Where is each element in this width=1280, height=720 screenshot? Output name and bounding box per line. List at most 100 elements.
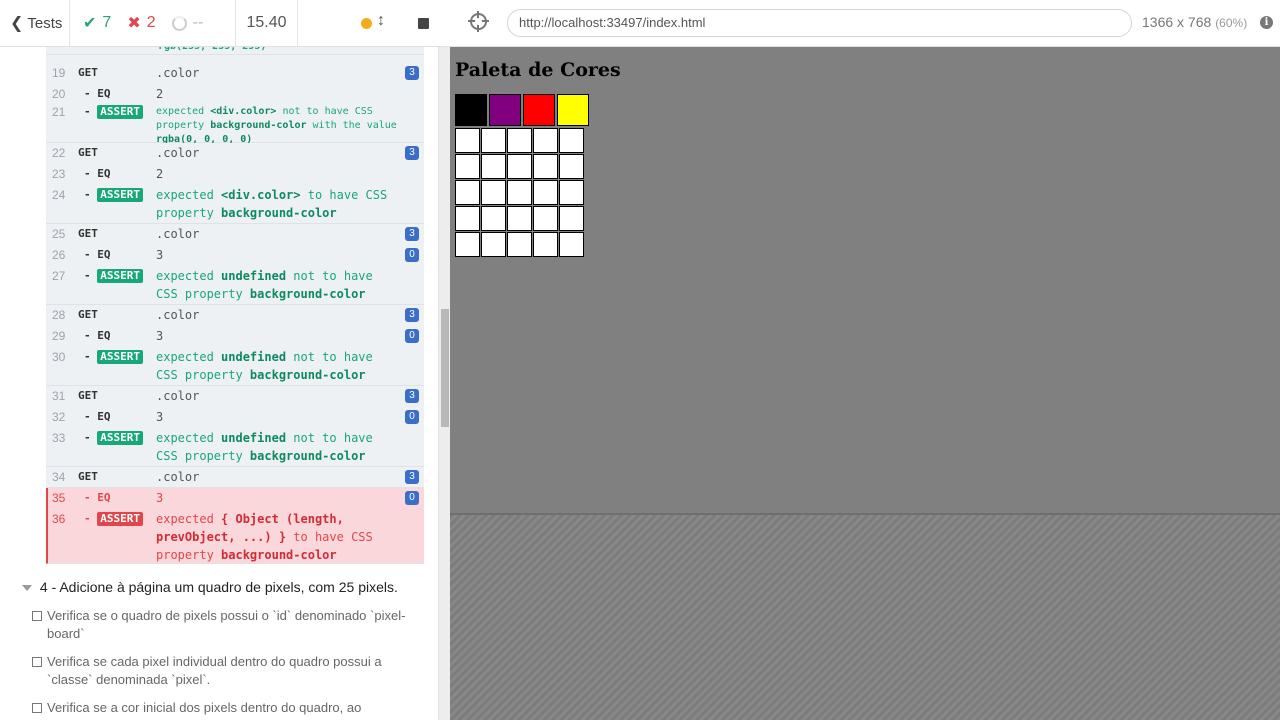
pixel[interactable] — [533, 154, 558, 179]
command-row[interactable]: 23 - EQ 2 — [46, 165, 424, 183]
command-row[interactable]: 32 - EQ 3 0 — [46, 408, 424, 426]
count-badge: 3 — [405, 227, 419, 241]
command-message: .color — [156, 66, 200, 80]
palette-color[interactable] — [557, 94, 589, 126]
command-number: 25 — [52, 227, 66, 241]
viewport-size: 1366 x 768 — [1142, 14, 1212, 30]
pending-checkbox-icon — [32, 611, 42, 621]
pixel[interactable] — [507, 154, 532, 179]
count-badge: 3 — [405, 146, 419, 160]
pixel[interactable] — [559, 128, 584, 153]
test-title[interactable]: 4 - Adicione à página um quadro de pixel… — [22, 579, 432, 595]
pixel[interactable] — [533, 206, 558, 231]
pixel[interactable] — [507, 128, 532, 153]
pixel[interactable] — [533, 232, 558, 257]
pixel[interactable] — [507, 206, 532, 231]
command-group: 25 GET .color 3 26 - EQ 3 0 27 - ASSERT … — [46, 224, 424, 305]
command-message: 3 — [156, 410, 164, 424]
command-number: 27 — [52, 269, 66, 283]
command-name: - EQ — [84, 491, 111, 504]
info-icon[interactable]: i — [1260, 16, 1273, 29]
command-row[interactable]: 27 - ASSERT expected undefined not to ha… — [46, 267, 424, 303]
pixel[interactable] — [559, 154, 584, 179]
pixel[interactable] — [455, 206, 480, 231]
command-name: - ASSERT — [84, 348, 143, 366]
command-message: .color — [156, 146, 200, 160]
aut-header: http://localhost:33497/index.html 1366 x… — [450, 0, 1280, 47]
pixel[interactable] — [481, 180, 506, 205]
pixel[interactable] — [481, 128, 506, 153]
command-row[interactable]: 31 GET .color 3 — [46, 387, 424, 405]
command-number: 31 — [52, 389, 66, 403]
command-name: - ASSERT — [84, 510, 143, 528]
command-log-panel: rgb(255, 255, 255) 19 GET .color 3 20 - … — [0, 47, 438, 720]
count-badge: 0 — [405, 329, 419, 343]
command-name: - ASSERT — [84, 429, 143, 447]
subtest-item[interactable]: Verifica se a cor inicial dos pixels den… — [32, 699, 412, 717]
pixel[interactable] — [533, 180, 558, 205]
command-row[interactable]: 21 - ASSERT expected <div.color> not to … — [46, 105, 424, 145]
command-row[interactable]: 20 - EQ 2 — [46, 85, 424, 103]
command-name: GET — [78, 227, 98, 240]
command-message: expected <div.color> to have CSS propert… — [156, 188, 388, 220]
command-message: 2 — [156, 167, 164, 181]
command-group: 31 GET .color 3 32 - EQ 3 0 33 - ASSERT … — [46, 386, 424, 467]
x-icon: ✖ — [127, 15, 141, 32]
pixel[interactable] — [455, 128, 480, 153]
scrollbar-thumb[interactable] — [441, 309, 449, 427]
pixel[interactable] — [533, 128, 558, 153]
command-name: GET — [78, 308, 98, 321]
app-under-test: Paleta de Cores — [450, 47, 1280, 720]
command-row[interactable]: 35 - EQ 3 0 — [46, 489, 424, 507]
reporter-scrollbar[interactable] — [438, 47, 450, 720]
command-row[interactable]: 29 - EQ 3 0 — [46, 327, 424, 345]
command-name: - EQ — [84, 248, 111, 261]
command-row[interactable]: 19 GET .color 3 — [46, 64, 424, 82]
pixel[interactable] — [507, 232, 532, 257]
pixel[interactable] — [481, 154, 506, 179]
pending-checkbox-icon — [32, 657, 42, 667]
palette-color[interactable] — [455, 94, 487, 126]
command-message: 3 — [156, 491, 164, 505]
command-row[interactable]: 34 GET .color 3 — [46, 468, 424, 486]
command-number: 24 — [52, 188, 66, 202]
palette-color[interactable] — [523, 94, 555, 126]
pixel[interactable] — [455, 232, 480, 257]
command-row[interactable]: 26 - EQ 3 0 — [46, 246, 424, 264]
stop-icon[interactable] — [418, 18, 429, 29]
command-number: 36 — [52, 512, 66, 526]
selector-playground-icon[interactable] — [468, 11, 489, 32]
command-row[interactable]: 28 GET .color 3 — [46, 306, 424, 324]
pixel[interactable] — [455, 180, 480, 205]
pixel[interactable] — [507, 180, 532, 205]
tests-back-button[interactable]: ❮ Tests — [0, 0, 70, 46]
url-bar[interactable]: http://localhost:33497/index.html — [507, 9, 1132, 37]
command-row[interactable]: 22 GET .color 3 — [46, 144, 424, 162]
count-badge: 0 — [405, 248, 419, 262]
color-palette — [455, 94, 589, 126]
command-row[interactable]: 33 - ASSERT expected undefined not to ha… — [46, 429, 424, 465]
aut-iframe: Paleta de Cores — [450, 47, 1280, 513]
pixel[interactable] — [559, 232, 584, 257]
subtest-item[interactable]: Verifica se cada pixel individual dentro… — [32, 653, 412, 689]
command-group: 22 GET .color 3 23 - EQ 2 24 - ASSERT ex… — [46, 143, 424, 224]
palette-color[interactable] — [489, 94, 521, 126]
test-stats: ✔ 7 ✖ 2 -- — [70, 0, 236, 46]
pixel[interactable] — [455, 154, 480, 179]
pixel[interactable] — [481, 206, 506, 231]
pending-stat: -- — [171, 14, 203, 32]
subtest-item[interactable]: Verifica se o quadro de pixels possui o … — [32, 607, 412, 643]
failed-stat: ✖ 2 — [127, 13, 155, 33]
auto-scroll-icon[interactable]: ↕ — [377, 12, 385, 30]
command-message: expected undefined not to have CSS prope… — [156, 350, 373, 382]
command-row[interactable]: 24 - ASSERT expected <div.color> to have… — [46, 186, 424, 222]
command-row[interactable]: 36 - ASSERT expected { Object (length, p… — [46, 510, 424, 564]
command-row[interactable]: 30 - ASSERT expected undefined not to ha… — [46, 348, 424, 384]
pixel[interactable] — [559, 180, 584, 205]
command-number: 34 — [52, 470, 66, 484]
check-icon: ✔ — [83, 15, 97, 32]
command-group: rgb(255, 255, 255) — [46, 47, 424, 55]
pixel[interactable] — [559, 206, 584, 231]
pixel[interactable] — [481, 232, 506, 257]
command-row[interactable]: 25 GET .color 3 — [46, 225, 424, 243]
